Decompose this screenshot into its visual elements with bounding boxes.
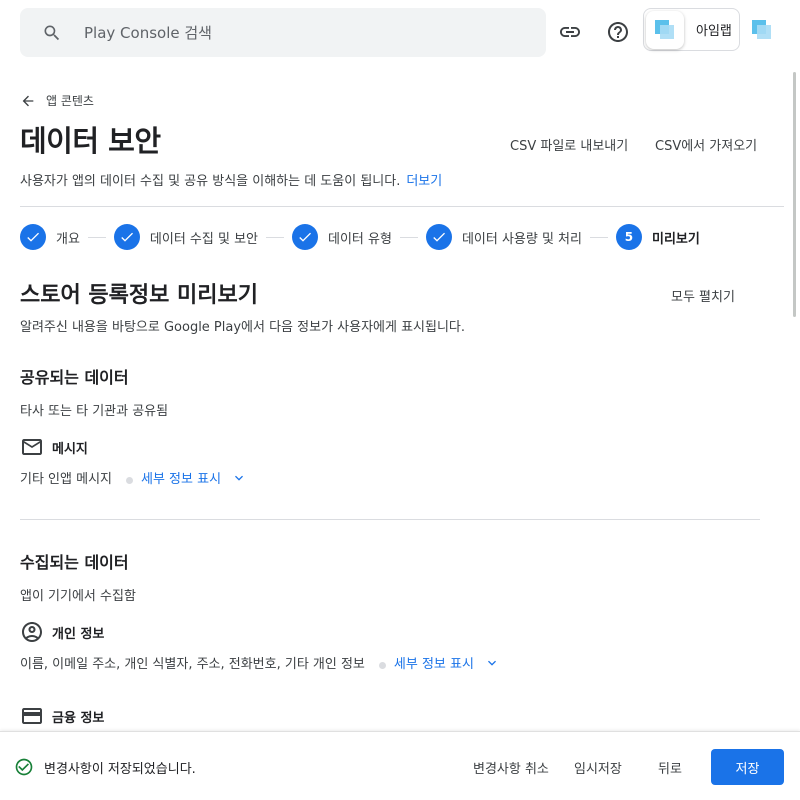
data-type-detail-text: 기타 인앱 메시지: [20, 472, 112, 487]
data-type-financial-info: 금융 정보: [20, 704, 104, 728]
check-icon: [20, 224, 46, 250]
import-csv-button[interactable]: CSV에서 가져오기: [655, 135, 757, 154]
data-type-detail-text: 이름, 이메일 주소, 개인 식별자, 주소, 전화번호, 기타 개인 정보: [20, 657, 365, 672]
step-connector: [589, 236, 608, 238]
scrollbar[interactable]: [793, 72, 796, 317]
account-switcher[interactable]: 아임랩: [643, 8, 740, 51]
arrow-back-icon: [20, 93, 36, 109]
step-data-usage[interactable]: 데이터 사용량 및 처리: [425, 224, 582, 250]
expand-all-button[interactable]: 모두 펼치기: [671, 286, 735, 305]
save-button[interactable]: 저장: [711, 749, 784, 785]
data-type-personal-info: 개인 정보: [20, 620, 104, 644]
stepper: 개요 데이터 수집 및 보안 데이터 유형 데이터 사용량 및 처리 5 미리보…: [20, 224, 700, 250]
data-type-messages: 메시지: [20, 435, 88, 459]
preview-title: 스토어 등록정보 미리보기: [20, 283, 258, 308]
check-icon: [292, 224, 318, 250]
discard-changes-button[interactable]: 변경사항 취소: [473, 758, 549, 777]
developer-logo-icon: [646, 10, 684, 49]
account-circle-icon: [20, 620, 44, 644]
show-details-label: 세부 정보 표시: [141, 472, 222, 487]
collected-data-title: 수집되는 데이터: [20, 553, 129, 572]
data-type-detail: 기타 인앱 메시지 세부 정보 표시: [20, 468, 247, 487]
page-description: 사용자가 앱의 데이터 수집 및 공유 방식을 이해하는 데 도움이 됩니다. 더…: [20, 170, 442, 189]
check-icon: [425, 224, 452, 250]
step-connector: [399, 236, 418, 238]
data-type-detail: 이름, 이메일 주소, 개인 식별자, 주소, 전화번호, 기타 개인 정보 세…: [20, 653, 500, 672]
show-details-button[interactable]: 세부 정보 표시: [394, 653, 500, 672]
header-divider: [20, 206, 784, 207]
step-overview[interactable]: 개요: [20, 224, 80, 250]
account-name: 아임랩: [696, 24, 732, 39]
chevron-down-icon: [231, 470, 247, 486]
step-number: 5: [615, 224, 642, 250]
learn-more-link[interactable]: 더보기: [406, 174, 442, 189]
search-input[interactable]: [82, 22, 482, 43]
page-title: 데이터 보안: [20, 124, 161, 158]
search-icon: [42, 23, 62, 43]
export-csv-button[interactable]: CSV 파일로 내보내기: [510, 135, 628, 154]
chevron-down-icon: [484, 655, 500, 671]
separator-dot: [378, 662, 386, 669]
back-link-label: 앱 콘텐츠: [46, 94, 94, 108]
separator-dot: [126, 477, 133, 484]
show-details-label: 세부 정보 표시: [393, 657, 474, 672]
step-data-types[interactable]: 데이터 유형: [292, 224, 392, 250]
mail-icon: [20, 435, 44, 459]
step-label: 개요: [56, 231, 80, 247]
save-draft-button[interactable]: 임시저장: [574, 758, 622, 777]
shared-data-subtitle: 타사 또는 타 기관과 공유됨: [20, 404, 169, 419]
credit-card-icon: [20, 704, 44, 728]
step-label: 미리보기: [651, 231, 700, 247]
check-icon: [113, 224, 140, 250]
link-icon[interactable]: [558, 20, 582, 44]
save-status-text: 변경사항이 저장되었습니다.: [44, 761, 196, 777]
show-details-button[interactable]: 세부 정보 표시: [141, 468, 247, 487]
step-label: 데이터 수집 및 보안: [149, 231, 258, 247]
help-icon[interactable]: [606, 20, 630, 44]
data-type-label: 개인 정보: [52, 626, 105, 642]
check-circle-icon: [14, 757, 34, 777]
preview-description: 알려주신 내용을 바탕으로 Google Play에서 다음 정보가 사용자에게…: [20, 320, 466, 335]
page-description-text: 사용자가 앱의 데이터 수집 및 공유 방식을 이해하는 데 도움이 됩니다.: [20, 174, 401, 189]
shared-data-title: 공유되는 데이터: [20, 368, 129, 387]
step-data-collection[interactable]: 데이터 수집 및 보안: [113, 224, 258, 250]
collected-data-subtitle: 앱이 기기에서 수집함: [20, 589, 136, 604]
back-button[interactable]: 뒤로: [658, 758, 682, 777]
step-label: 데이터 유형: [328, 231, 392, 247]
step-preview[interactable]: 5 미리보기: [615, 224, 700, 250]
section-divider: [20, 519, 760, 520]
step-connector: [266, 236, 284, 238]
save-status: 변경사항이 저장되었습니다.: [14, 757, 196, 777]
data-type-label: 금융 정보: [52, 710, 105, 726]
step-connector: [87, 236, 106, 238]
step-label: 데이터 사용량 및 처리: [461, 231, 582, 247]
search-bar[interactable]: [20, 8, 546, 57]
bottom-action-bar: 변경사항이 저장되었습니다. 변경사항 취소 임시저장 뒤로 저장: [0, 731, 800, 800]
data-type-label: 메시지: [52, 441, 88, 457]
back-link[interactable]: 앱 콘텐츠: [20, 92, 94, 109]
